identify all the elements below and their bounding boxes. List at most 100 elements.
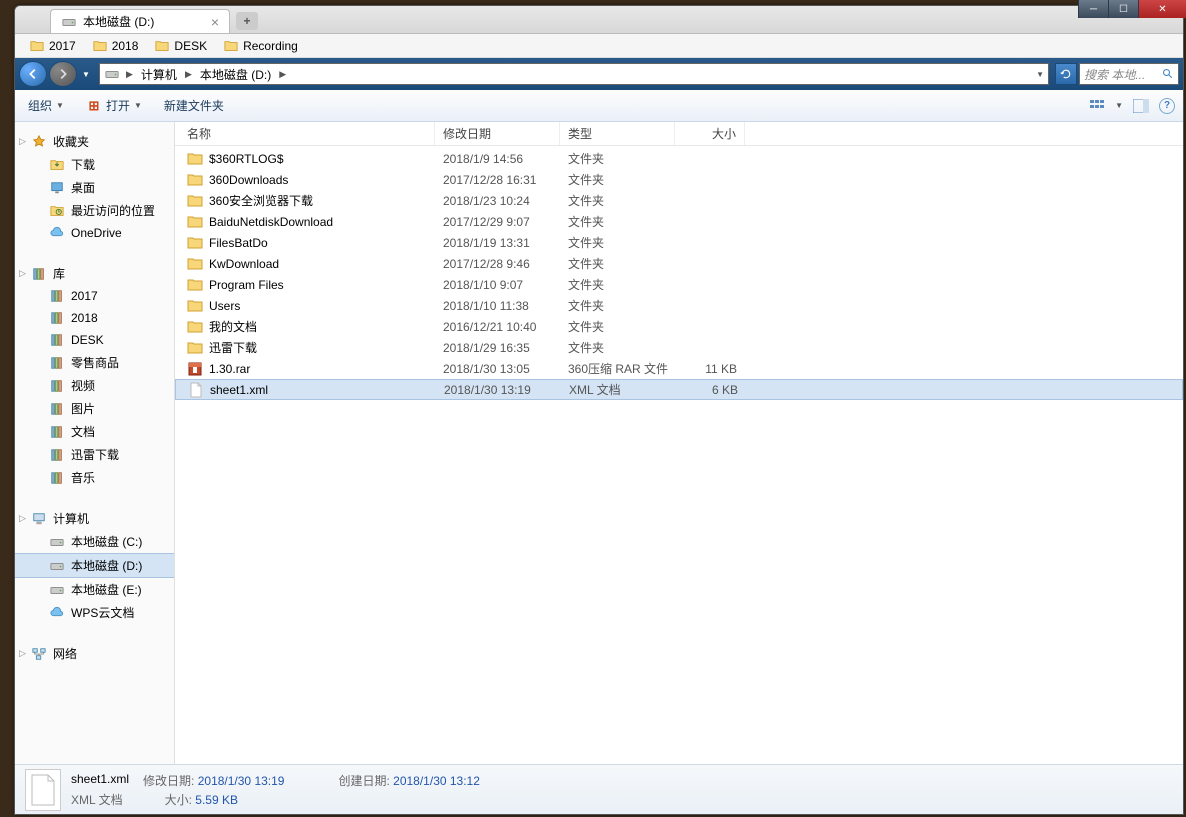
- file-row[interactable]: 迅雷下载2018/1/29 16:35文件夹: [175, 337, 1183, 358]
- file-row[interactable]: FilesBatDo2018/1/19 13:31文件夹: [175, 232, 1183, 253]
- tab-strip: 本地磁盘 (D:) × +: [15, 6, 1183, 34]
- outer-maximize-button[interactable]: ☐: [1108, 0, 1138, 18]
- file-type: 文件夹: [560, 150, 675, 167]
- details-filename: sheet1.xml: [71, 772, 129, 789]
- sidebar-item[interactable]: 下载: [15, 153, 174, 176]
- column-size[interactable]: 大小: [675, 122, 745, 145]
- sidebar-item[interactable]: 图片: [15, 397, 174, 420]
- sidebar-item[interactable]: 桌面: [15, 176, 174, 199]
- sidebar-item[interactable]: 2018: [15, 307, 174, 329]
- folder-icon: [187, 277, 203, 293]
- file-rows[interactable]: $360RTLOG$2018/1/9 14:56文件夹360Downloads2…: [175, 146, 1183, 764]
- breadcrumb-computer[interactable]: 计算机: [139, 66, 179, 83]
- file-row[interactable]: sheet1.xml2018/1/30 13:19XML 文档6 KB: [175, 379, 1183, 400]
- back-button[interactable]: [19, 61, 47, 87]
- forward-button[interactable]: [49, 61, 77, 87]
- sidebar-item[interactable]: 本地磁盘 (C:): [15, 530, 174, 553]
- file-row[interactable]: 我的文档2016/12/21 10:40文件夹: [175, 316, 1183, 337]
- folder-icon: [187, 256, 203, 272]
- sidebar-item[interactable]: 2017: [15, 285, 174, 307]
- file-date: 2018/1/30 13:05: [435, 362, 560, 376]
- sidebar-group-comp[interactable]: ▷计算机: [15, 507, 174, 530]
- file-date: 2018/1/19 13:31: [435, 236, 560, 250]
- details-pane: sheet1.xml 修改日期: 2018/1/30 13:19 创建日期: 2…: [15, 764, 1183, 814]
- file-list-area: 名称 修改日期 类型 大小 $360RTLOG$2018/1/9 14:56文件…: [175, 122, 1183, 764]
- drive-icon: [104, 66, 120, 82]
- new-folder-button[interactable]: 新建文件夹: [159, 94, 229, 117]
- bookmark-item[interactable]: Recording: [217, 36, 304, 56]
- sidebar-item[interactable]: 迅雷下载: [15, 443, 174, 466]
- file-row[interactable]: BaiduNetdiskDownload2017/12/29 9:07文件夹: [175, 211, 1183, 232]
- help-button[interactable]: ?: [1159, 98, 1175, 114]
- view-options-button[interactable]: [1087, 97, 1107, 115]
- star-icon: [31, 134, 47, 150]
- folder-icon: [187, 172, 203, 188]
- address-dropdown-icon[interactable]: ▼: [1036, 70, 1044, 79]
- lib-icon: [49, 470, 65, 486]
- breadcrumb-drive[interactable]: 本地磁盘 (D:): [198, 66, 273, 83]
- file-name: KwDownload: [209, 257, 279, 271]
- caret-icon: ▷: [19, 268, 26, 279]
- column-type[interactable]: 类型: [560, 122, 675, 145]
- file-row[interactable]: Users2018/1/10 11:38文件夹: [175, 295, 1183, 316]
- file-type: 文件夹: [560, 171, 675, 188]
- sidebar-group-star[interactable]: ▷收藏夹: [15, 130, 174, 153]
- bookmark-item[interactable]: DESK: [148, 36, 213, 56]
- search-icon: [1162, 68, 1174, 80]
- drive-icon: [49, 558, 65, 574]
- file-type: 文件夹: [560, 192, 675, 209]
- search-box[interactable]: 搜索 本地...: [1079, 63, 1179, 85]
- preview-pane-button[interactable]: [1131, 97, 1151, 115]
- file-row[interactable]: 360Downloads2017/12/28 16:31文件夹: [175, 169, 1183, 190]
- sidebar-item[interactable]: 文档: [15, 420, 174, 443]
- lib-icon: [49, 332, 65, 348]
- tab-title: 本地磁盘 (D:): [83, 13, 154, 30]
- sidebar-item[interactable]: 本地磁盘 (D:): [15, 553, 174, 578]
- folder-icon: [187, 235, 203, 251]
- outer-close-button[interactable]: ✕: [1138, 0, 1186, 18]
- folder-icon: [187, 214, 203, 230]
- net-icon: [31, 646, 47, 662]
- file-date: 2018/1/10 9:07: [435, 278, 560, 292]
- file-row[interactable]: 360安全浏览器下载2018/1/23 10:24文件夹: [175, 190, 1183, 211]
- details-size: 5.59 KB: [195, 793, 238, 807]
- sidebar-group-net[interactable]: ▷网络: [15, 642, 174, 665]
- open-button[interactable]: ⊞ 打开▼: [81, 94, 147, 117]
- breadcrumb-arrow-icon[interactable]: ▶: [183, 69, 194, 80]
- outer-minimize-button[interactable]: ─: [1078, 0, 1108, 18]
- sidebar-group-lib[interactable]: ▷库: [15, 262, 174, 285]
- sidebar-item[interactable]: OneDrive: [15, 222, 174, 244]
- breadcrumb-arrow-icon[interactable]: ▶: [277, 69, 288, 80]
- sidebar-item[interactable]: 本地磁盘 (E:): [15, 578, 174, 601]
- file-type: 文件夹: [560, 297, 675, 314]
- refresh-button[interactable]: [1055, 63, 1077, 85]
- file-name: 我的文档: [209, 318, 257, 335]
- sidebar-item[interactable]: 最近访问的位置: [15, 199, 174, 222]
- folder-icon: [187, 298, 203, 314]
- file-name: Users: [209, 299, 240, 313]
- history-dropdown[interactable]: ▼: [79, 64, 93, 84]
- file-row[interactable]: 1.30.rar2018/1/30 13:05360压缩 RAR 文件11 KB: [175, 358, 1183, 379]
- browser-tab[interactable]: 本地磁盘 (D:) ×: [50, 9, 230, 33]
- view-dropdown-icon[interactable]: ▼: [1115, 101, 1123, 110]
- new-tab-button[interactable]: +: [236, 12, 258, 30]
- file-row[interactable]: KwDownload2017/12/28 9:46文件夹: [175, 253, 1183, 274]
- sidebar-item[interactable]: 零售商品: [15, 351, 174, 374]
- bookmark-item[interactable]: 2018: [86, 36, 145, 56]
- column-name[interactable]: 名称: [175, 122, 435, 145]
- bookmark-item[interactable]: 2017: [23, 36, 82, 56]
- column-date[interactable]: 修改日期: [435, 122, 560, 145]
- sidebar-item[interactable]: 音乐: [15, 466, 174, 489]
- folder-icon: [92, 38, 108, 54]
- breadcrumb-arrow-icon[interactable]: ▶: [124, 69, 135, 80]
- sidebar-item[interactable]: DESK: [15, 329, 174, 351]
- file-row[interactable]: Program Files2018/1/10 9:07文件夹: [175, 274, 1183, 295]
- address-bar[interactable]: ▶ 计算机 ▶ 本地磁盘 (D:) ▶ ▼: [99, 63, 1049, 85]
- sidebar-item[interactable]: WPS云文档: [15, 601, 174, 624]
- file-row[interactable]: $360RTLOG$2018/1/9 14:56文件夹: [175, 148, 1183, 169]
- organize-button[interactable]: 组织▼: [23, 94, 69, 117]
- sidebar-item[interactable]: 视频: [15, 374, 174, 397]
- details-modified: 2018/1/30 13:19: [198, 774, 285, 788]
- tab-close-icon[interactable]: ×: [211, 14, 219, 30]
- file-date: 2018/1/9 14:56: [435, 152, 560, 166]
